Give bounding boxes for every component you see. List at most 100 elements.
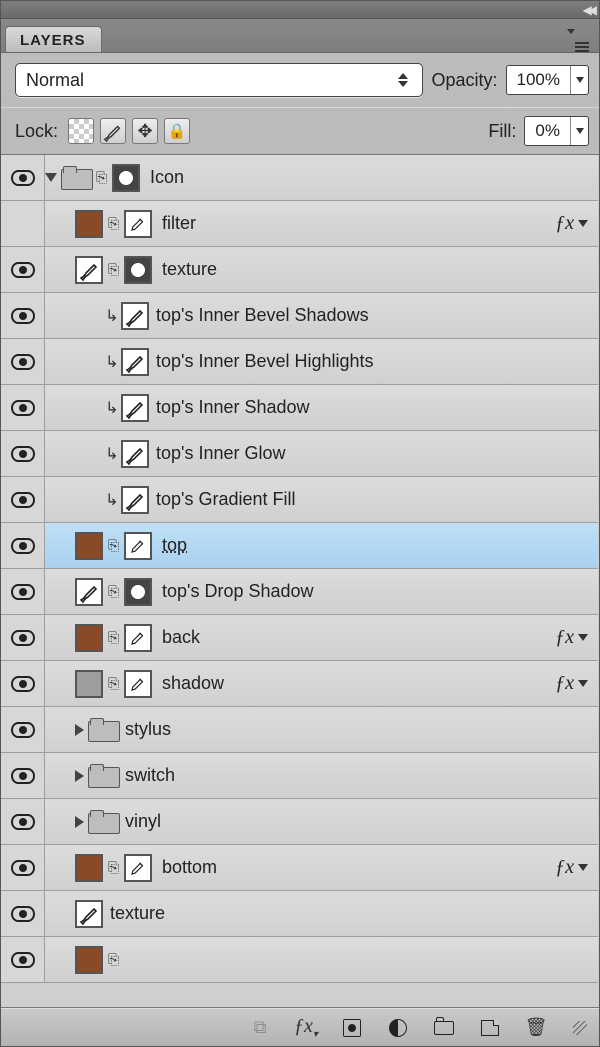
visibility-toggle[interactable] <box>1 477 45 522</box>
footer-mask-button[interactable] <box>339 1016 365 1040</box>
layer-name-label[interactable]: filter <box>158 213 196 234</box>
layer-name-label[interactable]: shadow <box>158 673 224 694</box>
footer-adjustment-button[interactable] <box>385 1016 411 1040</box>
layer-row[interactable]: texture <box>1 891 598 937</box>
fx-expand-icon[interactable] <box>578 220 588 227</box>
layer-row[interactable]: ⎘bottomƒx <box>1 845 598 891</box>
brush-thumbnail-icon[interactable] <box>121 302 149 330</box>
layer-name-label[interactable]: top's Inner Bevel Highlights <box>152 351 374 372</box>
visibility-toggle[interactable] <box>1 891 45 936</box>
layer-name-label[interactable]: stylus <box>121 719 171 740</box>
resize-grip-icon[interactable] <box>573 1021 587 1035</box>
layer-row[interactable]: ⎘filterƒx <box>1 201 598 247</box>
layer-mask-thumbnail[interactable] <box>124 578 152 606</box>
visibility-toggle[interactable] <box>1 293 45 338</box>
layer-row[interactable]: ↳top's Inner Bevel Highlights <box>1 339 598 385</box>
layer-name-label[interactable]: vinyl <box>121 811 161 832</box>
visibility-toggle[interactable] <box>1 385 45 430</box>
panel-menu-button[interactable] <box>571 34 593 52</box>
layer-name-label[interactable]: top's Inner Shadow <box>152 397 310 418</box>
fx-badge-icon[interactable]: ƒx <box>555 212 574 235</box>
layer-row[interactable]: ↳top's Inner Shadow <box>1 385 598 431</box>
footer-group-button[interactable] <box>431 1016 457 1040</box>
layer-name-label[interactable]: texture <box>158 259 217 280</box>
layer-thumbnail[interactable] <box>75 854 103 882</box>
vector-mask-thumbnail[interactable] <box>124 670 152 698</box>
layer-thumbnail[interactable] <box>75 670 103 698</box>
lock-all-button[interactable]: 🔒 <box>164 118 190 144</box>
layer-row[interactable]: switch <box>1 753 598 799</box>
layer-row[interactable]: ⎘top <box>1 523 598 569</box>
layer-name-label[interactable]: top's Inner Glow <box>152 443 286 464</box>
visibility-toggle[interactable] <box>1 845 45 890</box>
footer-fx-button[interactable]: ƒx▾ <box>293 1016 319 1040</box>
layer-thumbnail[interactable] <box>75 210 103 238</box>
layer-name-label[interactable]: texture <box>106 903 165 924</box>
lock-position-button[interactable]: ✥ <box>132 118 158 144</box>
layer-name-label[interactable]: bottom <box>158 857 217 878</box>
layer-row[interactable]: ⎘top's Drop Shadow <box>1 569 598 615</box>
visibility-toggle[interactable] <box>1 201 45 246</box>
layer-row[interactable]: ↳top's Inner Bevel Shadows <box>1 293 598 339</box>
folder-icon[interactable] <box>88 718 118 742</box>
vector-mask-thumbnail[interactable] <box>124 854 152 882</box>
layer-thumbnail[interactable] <box>75 946 103 974</box>
disclosure-closed-icon[interactable] <box>75 816 84 828</box>
blend-mode-select[interactable]: Normal <box>15 63 423 97</box>
layer-mask-thumbnail[interactable] <box>124 256 152 284</box>
lock-transparency-button[interactable] <box>68 118 94 144</box>
footer-new-layer-button[interactable] <box>477 1016 503 1040</box>
layer-name-label[interactable]: Icon <box>146 167 184 188</box>
layer-name-label[interactable]: switch <box>121 765 175 786</box>
fill-stepper-icon[interactable] <box>570 117 588 145</box>
vector-mask-thumbnail[interactable] <box>124 532 152 560</box>
layer-row[interactable]: ↳top's Gradient Fill <box>1 477 598 523</box>
visibility-toggle[interactable] <box>1 523 45 568</box>
visibility-toggle[interactable] <box>1 569 45 614</box>
visibility-toggle[interactable] <box>1 431 45 476</box>
brush-thumbnail-icon[interactable] <box>121 348 149 376</box>
layer-thumbnail[interactable] <box>75 532 103 560</box>
layer-row[interactable]: ↳top's Inner Glow <box>1 431 598 477</box>
lock-pixels-button[interactable] <box>100 118 126 144</box>
panel-collapse-strip[interactable]: ◀◀ <box>1 1 599 19</box>
opacity-input[interactable]: 100% <box>506 65 589 95</box>
visibility-toggle[interactable] <box>1 799 45 844</box>
disclosure-open-icon[interactable] <box>45 173 57 182</box>
layer-row[interactable]: ⎘backƒx <box>1 615 598 661</box>
footer-link-button[interactable]: ⧉ <box>247 1016 273 1040</box>
brush-thumbnail-icon[interactable] <box>75 578 103 606</box>
vector-mask-thumbnail[interactable] <box>124 624 152 652</box>
layer-name-label[interactable]: top's Inner Bevel Shadows <box>152 305 369 326</box>
brush-thumbnail-icon[interactable] <box>121 440 149 468</box>
fx-expand-icon[interactable] <box>578 634 588 641</box>
brush-thumbnail-icon[interactable] <box>121 394 149 422</box>
visibility-toggle[interactable] <box>1 155 45 200</box>
folder-icon[interactable] <box>61 166 91 190</box>
fx-expand-icon[interactable] <box>578 680 588 687</box>
vector-mask-thumbnail[interactable] <box>124 210 152 238</box>
tab-layers[interactable]: LAYERS <box>5 26 102 52</box>
fx-badge-icon[interactable]: ƒx <box>555 856 574 879</box>
disclosure-closed-icon[interactable] <box>75 770 84 782</box>
fx-expand-icon[interactable] <box>578 864 588 871</box>
layer-name-label[interactable]: back <box>158 627 200 648</box>
layer-thumbnail[interactable] <box>75 624 103 652</box>
layer-name-label[interactable]: top's Drop Shadow <box>158 581 314 602</box>
layer-name-label[interactable]: top <box>158 535 187 556</box>
folder-icon[interactable] <box>88 764 118 788</box>
layer-mask-thumbnail[interactable] <box>112 164 140 192</box>
brush-thumbnail-icon[interactable] <box>75 256 103 284</box>
visibility-toggle[interactable] <box>1 615 45 660</box>
layer-name-label[interactable]: top's Gradient Fill <box>152 489 296 510</box>
layer-row[interactable]: ⎘shadowƒx <box>1 661 598 707</box>
visibility-toggle[interactable] <box>1 661 45 706</box>
brush-thumbnail-icon[interactable] <box>75 900 103 928</box>
visibility-toggle[interactable] <box>1 247 45 292</box>
folder-icon[interactable] <box>88 810 118 834</box>
visibility-toggle[interactable] <box>1 937 45 982</box>
visibility-toggle[interactable] <box>1 753 45 798</box>
layer-row[interactable]: ⎘ <box>1 937 598 983</box>
visibility-toggle[interactable] <box>1 339 45 384</box>
disclosure-closed-icon[interactable] <box>75 724 84 736</box>
